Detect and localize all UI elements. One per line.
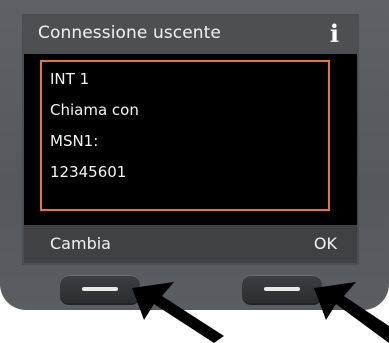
softkey-label-cambia: Cambia — [50, 234, 111, 253]
phone-display: Connessione uscente i INT 1 Chiama con M… — [24, 16, 357, 263]
dash-icon — [264, 287, 300, 291]
softkey-bar: Cambia OK — [24, 225, 357, 263]
softkey-label-ok: OK — [313, 234, 337, 253]
right-softkey-button[interactable] — [242, 275, 322, 303]
message-line: INT 1 — [50, 70, 90, 88]
message-line: Chiama con — [50, 101, 139, 119]
message-line: MSN1: — [50, 132, 99, 150]
message-box: INT 1 Chiama con MSN1: 12345601 — [40, 60, 330, 211]
screen-title: Connessione uscente — [38, 23, 221, 43]
phone-body: Connessione uscente i INT 1 Chiama con M… — [0, 0, 389, 310]
message-line: 12345601 — [50, 163, 127, 181]
dash-icon — [82, 287, 118, 291]
left-softkey-button[interactable] — [60, 275, 140, 303]
info-icon: i — [329, 19, 339, 48]
title-bar: Connessione uscente i — [24, 16, 357, 54]
